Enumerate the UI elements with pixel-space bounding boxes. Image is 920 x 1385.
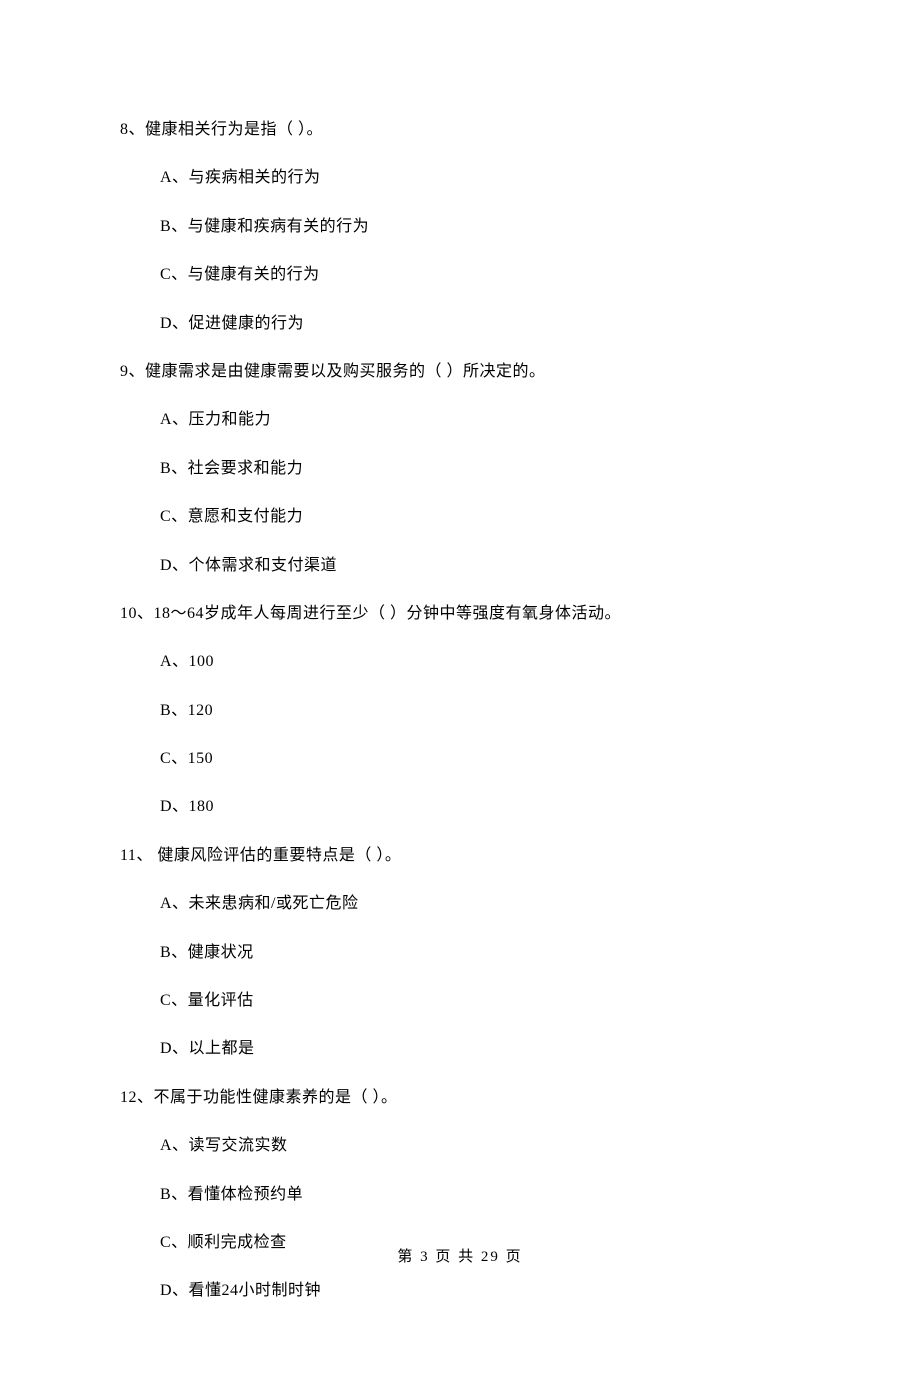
option-d: D、看懂24小时制时钟 xyxy=(160,1276,800,1306)
option-c: C、150 xyxy=(160,744,800,774)
question-number: 9、 xyxy=(120,363,145,380)
question-text: 不属于功能性健康素养的是（ ）。 xyxy=(154,1089,398,1106)
question-text: 健康需求是由健康需要以及购买服务的（ ）所决定的。 xyxy=(145,363,546,380)
page-content: 8、健康相关行为是指（ ）。 A、与疾病相关的行为 B、与健康和疾病有关的行为 … xyxy=(0,0,920,1385)
option-b: B、健康状况 xyxy=(160,938,800,968)
question-number: 8、 xyxy=(120,121,145,138)
question-stem: 11、 健康风险评估的重要特点是（ ）。 xyxy=(120,841,800,871)
question-9: 9、健康需求是由健康需要以及购买服务的（ ）所决定的。 A、压力和能力 B、社会… xyxy=(120,357,800,581)
option-c: C、意愿和支付能力 xyxy=(160,502,800,532)
option-b: B、120 xyxy=(160,696,800,726)
option-a: A、未来患病和/或死亡危险 xyxy=(160,889,800,919)
question-number: 11、 xyxy=(120,847,153,864)
option-a: A、读写交流实数 xyxy=(160,1131,800,1161)
option-d: D、180 xyxy=(160,792,800,822)
question-stem: 12、不属于功能性健康素养的是（ ）。 xyxy=(120,1083,800,1113)
question-options: A、读写交流实数 B、看懂体检预约单 C、顺利完成检查 D、看懂24小时制时钟 xyxy=(120,1131,800,1307)
option-c: C、与健康有关的行为 xyxy=(160,260,800,290)
option-d: D、促进健康的行为 xyxy=(160,309,800,339)
question-text: 健康相关行为是指（ ）。 xyxy=(145,121,323,138)
question-options: A、与疾病相关的行为 B、与健康和疾病有关的行为 C、与健康有关的行为 D、促进… xyxy=(120,163,800,339)
question-12: 12、不属于功能性健康素养的是（ ）。 A、读写交流实数 B、看懂体检预约单 C… xyxy=(120,1083,800,1307)
option-a: A、与疾病相关的行为 xyxy=(160,163,800,193)
question-stem: 8、健康相关行为是指（ ）。 xyxy=(120,115,800,145)
question-text: 18～64岁成年人每周进行至少（ ）分钟中等强度有氧身体活动。 xyxy=(154,605,622,622)
option-b: B、与健康和疾病有关的行为 xyxy=(160,212,800,242)
question-text: 健康风险评估的重要特点是（ ）。 xyxy=(153,847,402,864)
option-d: D、个体需求和支付渠道 xyxy=(160,551,800,581)
option-b: B、社会要求和能力 xyxy=(160,454,800,484)
option-c: C、量化评估 xyxy=(160,986,800,1016)
option-a: A、100 xyxy=(160,647,800,677)
question-number: 10、 xyxy=(120,605,154,622)
question-stem: 10、18～64岁成年人每周进行至少（ ）分钟中等强度有氧身体活动。 xyxy=(120,599,800,629)
question-8: 8、健康相关行为是指（ ）。 A、与疾病相关的行为 B、与健康和疾病有关的行为 … xyxy=(120,115,800,339)
question-stem: 9、健康需求是由健康需要以及购买服务的（ ）所决定的。 xyxy=(120,357,800,387)
option-b: B、看懂体检预约单 xyxy=(160,1180,800,1210)
option-d: D、以上都是 xyxy=(160,1034,800,1064)
question-options: A、未来患病和/或死亡危险 B、健康状况 C、量化评估 D、以上都是 xyxy=(120,889,800,1065)
question-number: 12、 xyxy=(120,1089,154,1106)
page-footer: 第 3 页 共 29 页 xyxy=(0,1245,920,1266)
option-a: A、压力和能力 xyxy=(160,405,800,435)
question-options: A、100 B、120 C、150 D、180 xyxy=(120,647,800,823)
question-10: 10、18～64岁成年人每周进行至少（ ）分钟中等强度有氧身体活动。 A、100… xyxy=(120,599,800,823)
question-options: A、压力和能力 B、社会要求和能力 C、意愿和支付能力 D、个体需求和支付渠道 xyxy=(120,405,800,581)
question-11: 11、 健康风险评估的重要特点是（ ）。 A、未来患病和/或死亡危险 B、健康状… xyxy=(120,841,800,1065)
